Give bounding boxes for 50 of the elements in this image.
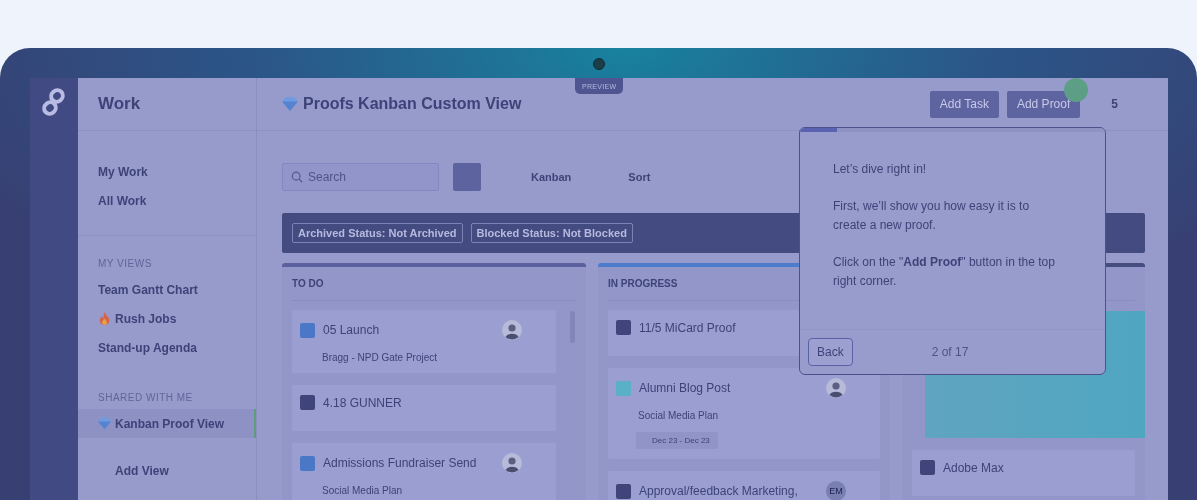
task-card[interactable]: Alumni Blog Post Social Media Plan Dec 23 - Dec 23 — [608, 368, 880, 459]
filter-chip[interactable]: Blocked Status: Not Blocked — [470, 223, 633, 243]
sort-button[interactable]: Sort — [628, 171, 651, 183]
task-card[interactable]: Approval/feedback Marketing, EM — [608, 471, 880, 500]
task-card[interactable]: Admissions Fundraiser Send Social Media Plan — [292, 443, 556, 500]
card-title: Approval/feedback Marketing, — [639, 484, 799, 498]
initials-avatar: EM — [826, 481, 846, 500]
header-button[interactable]: Add Task — [929, 90, 999, 118]
date-tag: Dec 23 - Dec 23 — [636, 432, 718, 449]
sidebar-item[interactable]: My Work — [78, 157, 256, 186]
section-heading: SHARED WITH ME — [97, 392, 194, 405]
gem-icon — [98, 417, 111, 430]
sidebar-item[interactable]: Rush Jobs — [78, 304, 256, 333]
logo-icon — [40, 88, 68, 116]
gem-icon — [282, 97, 298, 111]
card-subtitle: Social Media Plan — [638, 410, 720, 421]
card-title: 4.18 GUNNER — [323, 395, 403, 410]
sidebar-item[interactable]: Team Gantt Chart — [78, 275, 256, 304]
add-view-link[interactable]: Add View — [115, 464, 256, 478]
back-button[interactable]: Back — [808, 338, 853, 366]
card-subtitle: Social Media Plan — [322, 485, 404, 496]
task-card[interactable]: 05 Launch Bragg - NPD Gate Project — [292, 310, 556, 373]
filter-chip[interactable]: Archived Status: Not Archived — [292, 223, 463, 243]
card-subtitle: Bragg - NPD Gate Project — [322, 352, 439, 363]
tour-text: First, we’ll show you how easy it is to create a new proof. — [833, 198, 1031, 234]
fire-icon — [98, 312, 111, 325]
column-title: TO DO — [292, 278, 324, 289]
square-button[interactable] — [453, 163, 481, 191]
card-title: Adobe Max — [943, 460, 1005, 475]
sidebar-item[interactable]: Stand-up Agenda — [78, 333, 256, 362]
card-title: 05 Launch — [323, 323, 381, 337]
task-card[interactable]: Adobe Max — [912, 450, 1135, 496]
column-title: IN PROGRESS — [608, 278, 678, 289]
card-title: 11/5 MiCard Proof — [639, 320, 737, 335]
card-title: Alumni Blog Post — [639, 381, 732, 395]
camera-icon — [593, 58, 605, 70]
sidebar-item[interactable]: All Work — [78, 186, 256, 215]
task-card[interactable]: 4.18 GUNNER — [292, 385, 556, 431]
card-title: Admissions Fundraiser Send — [323, 456, 478, 470]
count-label: 5 — [1111, 97, 1118, 111]
tour-text: Let’s dive right in! — [833, 161, 928, 178]
search-field[interactable]: Search — [282, 163, 439, 191]
view-button[interactable]: Kanban — [531, 171, 572, 183]
step-counter: 2 of 17 — [931, 345, 969, 359]
page-title: Proofs Kanban Custom View — [303, 95, 522, 113]
tour-text: Click on the "Add Proof" button in the top right corner. — [833, 254, 1055, 290]
sidebar-title: Work — [98, 94, 141, 114]
header-button[interactable]: Add Proof — [1006, 90, 1081, 118]
sidebar-item[interactable]: Kanban Proof View — [78, 409, 256, 438]
section-heading: MY VIEWS — [97, 258, 153, 271]
